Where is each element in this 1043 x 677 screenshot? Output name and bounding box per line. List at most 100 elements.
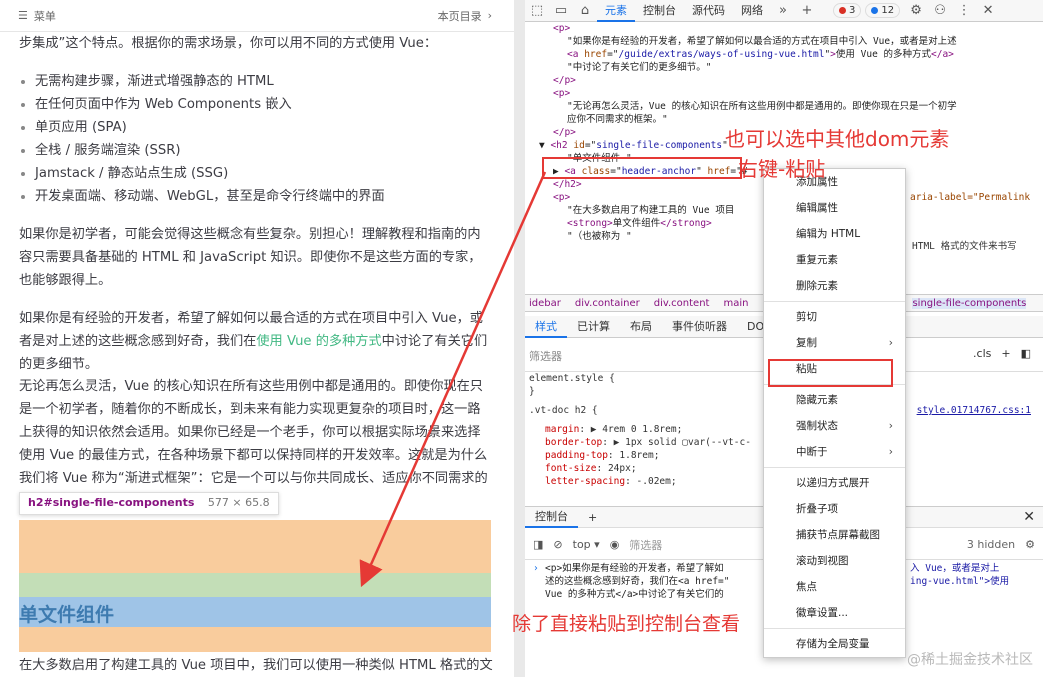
style-prop-name: padding-top	[545, 450, 608, 461]
context-menu-item[interactable]: 重复元素	[764, 247, 905, 273]
device-toolbar-icon[interactable]: ▭	[549, 3, 573, 18]
context-menu-item[interactable]: 强制状态 ›	[764, 413, 905, 439]
context-menu-item[interactable]: 中断于 ›	[764, 439, 905, 465]
context-menu-item[interactable]: 剪切	[764, 304, 905, 330]
chevron-right-icon: ›	[487, 9, 492, 22]
menu-icon: ☰	[18, 9, 28, 22]
error-count: 3	[849, 5, 856, 16]
error-icon	[839, 7, 846, 14]
welcome-icon[interactable]: ⌂	[573, 3, 597, 18]
breadcrumb-item[interactable]: main	[723, 298, 748, 309]
more-menu-icon[interactable]: ⋮	[952, 3, 976, 18]
context-menu-item-label: 折叠子项	[796, 503, 838, 515]
add-drawer-tab-icon[interactable]: +	[578, 511, 607, 524]
page-pane: ☰ 菜单 本页目录 › 步集成”这个特点。根据你的需求场景，你可以用不同的方式使…	[0, 0, 514, 677]
context-menu-item[interactable]: 存储为全局变量	[764, 631, 905, 657]
console-filter-input[interactable]: 筛选器	[629, 537, 662, 553]
context-menu-item[interactable]: 捕获节点屏幕截图	[764, 522, 905, 548]
menu-button[interactable]: ☰ 菜单	[0, 8, 56, 24]
context-menu-item[interactable]: 滚动到视图	[764, 548, 905, 574]
computed-sidebar-icon[interactable]: ◧	[1021, 347, 1031, 360]
message-badge[interactable]: 12	[865, 3, 901, 18]
breadcrumb-item[interactable]: div.container	[575, 298, 640, 309]
context-menu-item[interactable]: 以递归方式展开	[764, 470, 905, 496]
context-menu-item[interactable]: 删除元素	[764, 273, 905, 299]
highlight-margin-bottom	[19, 627, 491, 652]
next-paragraph-line: 在大多数启用了构建工具的 Vue 项目中，我们可以使用一种类似 HTML 格式的…	[19, 658, 493, 673]
styles-subtab[interactable]: 事件侦听器	[662, 316, 737, 338]
context-menu-item[interactable]: 编辑属性	[764, 195, 905, 221]
cls-toggle[interactable]: .cls	[973, 347, 991, 360]
tab-drawer-console[interactable]: 控制台	[525, 506, 578, 528]
customize-icon[interactable]: ⚇	[928, 3, 952, 18]
context-menu-item-label: 焦点	[796, 581, 817, 593]
dom-node-line[interactable]: "中讨论了有关它们的更多细节。"	[525, 61, 1043, 74]
style-prop-value: ▶ 4rem 0 1.8rem;	[590, 424, 683, 435]
dom-node-line[interactable]: <p>	[525, 22, 1043, 35]
experienced-paragraph: 如果你是有经验的开发者，希望了解如何以最合适的方式在项目中引入 Vue，或者是对…	[19, 307, 491, 376]
close-icon[interactable]: ✕	[976, 3, 1000, 18]
context-menu: 添加属性 编辑属性 编辑为 HTML 重复元素 删除元素 剪切 复制 › 粘贴 隐藏元素 强制状态 ›…	[763, 168, 906, 658]
context-menu-item-label: 剪切	[796, 311, 817, 323]
context-menu-item[interactable]: 折叠子项	[764, 496, 905, 522]
style-prop-name: margin	[545, 424, 580, 435]
error-badge[interactable]: 3	[833, 3, 862, 18]
inspect-tooltip: h2#single-file-components 577 × 65.8	[19, 492, 279, 515]
stylesheet-link[interactable]: style.01714767.css:1	[917, 404, 1031, 417]
context-menu-item[interactable]: 隐藏元素	[764, 387, 905, 413]
doc-topbar: ☰ 菜单 本页目录 ›	[0, 0, 514, 32]
styles-subtab[interactable]: 布局	[620, 316, 662, 338]
tab-elements[interactable]: 元素	[597, 0, 635, 22]
close-drawer-icon[interactable]: ✕	[1023, 509, 1043, 525]
chevron-right-icon: ›	[888, 446, 893, 458]
dom-node-line[interactable]: "无论再怎么灵活，Vue 的核心知识在所有这些用例中都是通用的。即使你现在只是一…	[525, 100, 1043, 113]
clear-console-icon[interactable]: ⊘	[553, 538, 562, 551]
context-menu-item[interactable]: 编辑为 HTML	[764, 221, 905, 247]
add-tab-icon[interactable]: +	[795, 3, 819, 18]
style-prop-value: 24px;	[607, 463, 637, 474]
sidebar-toggle-icon[interactable]: ◨	[533, 538, 543, 551]
pane-divider[interactable]	[514, 0, 525, 677]
console-entry-right: 入 Vue，或者是对上 ing-vue.html">使用	[910, 562, 1009, 588]
more-tabs-icon[interactable]: »	[771, 3, 795, 18]
styles-toolbar: .cls + ◧	[973, 347, 1031, 360]
style-prop-value: -.02em;	[636, 476, 677, 487]
context-menu-item[interactable]: 徽章设置...	[764, 600, 905, 626]
dom-html-fragment: HTML 格式的文件来书写	[912, 241, 1017, 252]
context-selector[interactable]: top ▾	[573, 538, 600, 551]
hidden-count: 3 hidden	[966, 538, 1016, 551]
use-case-item: 在任何页面中作为 Web Components 嵌入	[19, 93, 385, 116]
tooltip-dimensions: 577 × 65.8	[207, 496, 270, 509]
new-rule-icon[interactable]: +	[1001, 347, 1010, 360]
tab-sources[interactable]: 源代码	[684, 0, 733, 22]
styles-subtab[interactable]: 样式	[525, 316, 567, 338]
context-menu-item[interactable]: 复制 ›	[764, 330, 905, 356]
style-prop-value: ▶ 1px solid ▢var(--vt-c-	[613, 437, 751, 448]
on-this-page-button[interactable]: 本页目录 ›	[438, 8, 514, 24]
message-icon	[871, 7, 879, 14]
dom-node-line[interactable]: </p>	[525, 74, 1043, 87]
context-menu-item-label: 存储为全局变量	[796, 638, 870, 650]
chevron-right-icon: ›	[888, 337, 893, 349]
menu-label: 菜单	[33, 9, 56, 23]
context-menu-item-label: 编辑属性	[796, 202, 838, 214]
tab-network[interactable]: 网络	[733, 0, 771, 22]
tab-console[interactable]: 控制台	[635, 0, 684, 22]
gear-icon[interactable]: ⚙	[904, 3, 928, 18]
style-prop-name: font-size	[545, 463, 597, 474]
ways-of-using-vue-link[interactable]: 使用 Vue 的多种方式	[256, 334, 381, 349]
context-menu-item[interactable]: 焦点	[764, 574, 905, 600]
dom-node-line[interactable]: <p>	[525, 87, 1043, 100]
annotation-console-note: 除了直接粘贴到控制台查看	[512, 613, 741, 635]
inspect-element-icon[interactable]: ⬚	[525, 3, 549, 18]
breadcrumb-item[interactable]: div.content	[654, 298, 710, 309]
live-expression-icon[interactable]: ◉	[610, 538, 620, 551]
breadcrumb-item[interactable]: single-file-components	[912, 297, 1027, 309]
menu-separator	[764, 467, 905, 468]
devtools-tabbar: ⬚ ▭ ⌂ 元素 控制台 源代码 网络 » + 3 12 ⚙ ⚇ ⋮ ✕	[525, 0, 1043, 22]
styles-subtab[interactable]: 已计算	[567, 316, 620, 338]
breadcrumb-item[interactable]: idebar	[529, 298, 561, 309]
dom-node-line[interactable]: <a href="/guide/extras/ways-of-using-vue…	[525, 48, 1043, 61]
dom-node-line[interactable]: "如果你是有经验的开发者，希望了解如何以最合适的方式在项目中引入 Vue，或者是…	[525, 35, 1043, 48]
console-settings-icon[interactable]: ⚙	[1025, 538, 1043, 551]
